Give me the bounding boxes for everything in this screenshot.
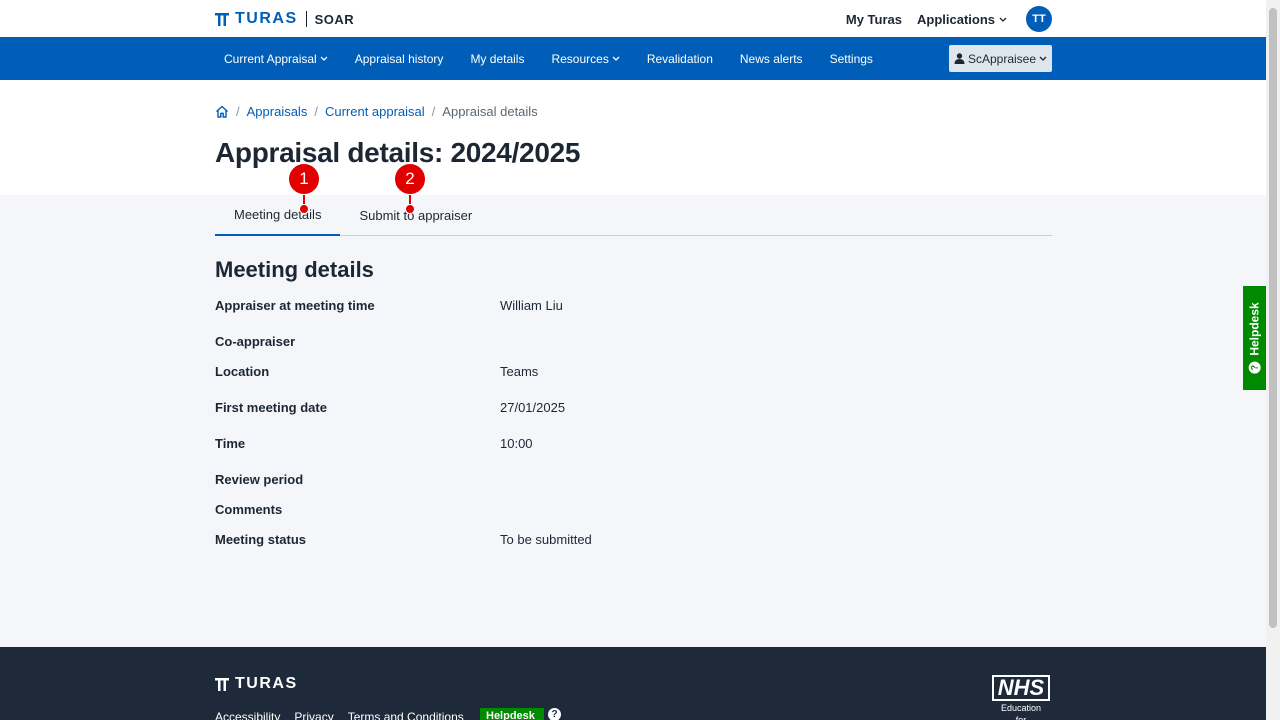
tab-bar: Meeting details Submit to appraiser [215, 195, 1052, 236]
breadcrumb: / Appraisals / Current appraisal / Appra… [215, 104, 538, 119]
brand-name: TURAS [235, 10, 298, 27]
detail-label: Appraiser at meeting time [215, 298, 375, 313]
brand[interactable]: TURAS SOAR [215, 10, 354, 28]
detail-value: 10:00 [500, 436, 533, 451]
turas-logo-icon [215, 677, 229, 691]
applications-label: Applications [916, 11, 995, 27]
footer-link-accessibility[interactable]: Accessibility [215, 710, 280, 720]
avatar[interactable]: TT [1026, 6, 1052, 32]
detail-label: First meeting date [215, 400, 327, 415]
page-header: / Appraisals / Current appraisal / Appra… [0, 80, 1266, 195]
nav-item-label: Revalidation [646, 51, 713, 66]
footer: TURAS Accessibility Privacy Terms and Co… [0, 647, 1266, 720]
nav-item-label: Resources [551, 51, 609, 66]
detail-label: Meeting status [215, 532, 307, 547]
detail-label: Comments [215, 502, 283, 517]
annotation-marker-dot [405, 204, 415, 214]
detail-value: 27/01/2025 [500, 400, 566, 415]
turas-logo[interactable]: TURAS [215, 10, 298, 28]
annotation-marker: 1 [288, 163, 320, 195]
chevron-down-icon [320, 56, 328, 61]
detail-value: To be submitted [500, 532, 592, 547]
question-icon: ? [1248, 361, 1261, 374]
turas-logo-icon [215, 12, 229, 26]
annotation-marker: 2 [394, 163, 426, 195]
nav-appraisal-history[interactable]: Appraisal history [346, 52, 444, 66]
brand-divider [305, 11, 307, 27]
nav-settings[interactable]: Settings [821, 52, 873, 66]
question-icon[interactable]: ? [548, 708, 561, 720]
applications-menu[interactable]: Applications [917, 12, 1007, 27]
chevron-down-icon [999, 17, 1007, 22]
nav-item-label: News alerts [739, 51, 803, 66]
footer-link-privacy[interactable]: Privacy [294, 710, 333, 720]
breadcrumb-appraisals[interactable]: Appraisals [247, 104, 308, 119]
home-icon[interactable] [215, 105, 229, 118]
nav-item-label: My details [470, 51, 525, 66]
nav-current-appraisal[interactable]: Current Appraisal [215, 52, 328, 66]
nav-my-details[interactable]: My details [461, 52, 524, 66]
breadcrumb-separator: / [431, 104, 436, 119]
nav-news-alerts[interactable]: News alerts [731, 52, 803, 66]
role-switcher-button[interactable]: ScAppraisee [949, 45, 1052, 72]
detail-value: William Liu [500, 298, 563, 313]
breadcrumb-current-appraisal[interactable]: Current appraisal [325, 104, 425, 119]
detail-label: Time [215, 436, 246, 451]
nav-item-label: Current Appraisal [224, 51, 317, 66]
nav-resources[interactable]: Resources [542, 51, 620, 66]
top-bar: TURAS SOAR My Turas Applications TT [0, 0, 1266, 37]
chevron-down-icon [612, 56, 620, 61]
role-label: ScAppraisee [967, 51, 1037, 66]
helpdesk-side-tab[interactable]: ? Helpdesk [1243, 286, 1266, 390]
footer-link-terms[interactable]: Terms and Conditions [348, 710, 464, 720]
footer-helpdesk-button[interactable]: Helpdesk [480, 708, 544, 720]
nav-revalidation[interactable]: Revalidation [638, 52, 713, 66]
breadcrumb-separator: / [314, 104, 318, 119]
main-nav: Current Appraisal Appraisal history My d… [0, 37, 1266, 80]
page-title: Appraisal details: 2024/2025 [215, 137, 581, 168]
breadcrumb-separator: / [236, 104, 240, 119]
nav-item-label: Settings [829, 51, 873, 66]
my-turas-label: My Turas [845, 11, 902, 27]
detail-label: Location [215, 364, 270, 379]
my-turas-link[interactable]: My Turas [846, 12, 902, 27]
tab-submit-to-appraiser[interactable]: Submit to appraiser [340, 195, 491, 236]
detail-value: Teams [500, 364, 539, 379]
footer-logo[interactable]: TURAS [215, 675, 298, 693]
detail-label: Co-appraiser [215, 334, 296, 349]
person-icon [954, 53, 965, 64]
nhs-subtitle-line: Education [1000, 703, 1042, 713]
footer-brand: TURAS [235, 675, 298, 692]
nhs-logo: NHS Education for [992, 675, 1050, 720]
tab-meeting-details[interactable]: Meeting details [215, 195, 341, 236]
helpdesk-label: Helpdesk [1247, 302, 1262, 356]
section-title: Meeting details [215, 257, 374, 282]
nav-item-label: Appraisal history [354, 51, 444, 66]
scrollbar[interactable] [1266, 0, 1280, 720]
detail-label: Review period [215, 472, 304, 487]
chevron-down-icon [1039, 56, 1047, 61]
main-content: Meeting details Submit to appraiser Meet… [0, 195, 1266, 647]
tab-label: Submit to appraiser [359, 208, 473, 223]
annotation-marker-dot [299, 204, 309, 214]
app-name[interactable]: SOAR [315, 12, 355, 27]
breadcrumb-current: Appraisal details [442, 104, 538, 119]
nhs-mark: NHS [992, 675, 1050, 701]
nhs-subtitle-line: for [1015, 715, 1027, 720]
scrollbar-thumb[interactable] [1269, 8, 1277, 628]
footer-links: Accessibility Privacy Terms and Conditio… [215, 710, 478, 720]
